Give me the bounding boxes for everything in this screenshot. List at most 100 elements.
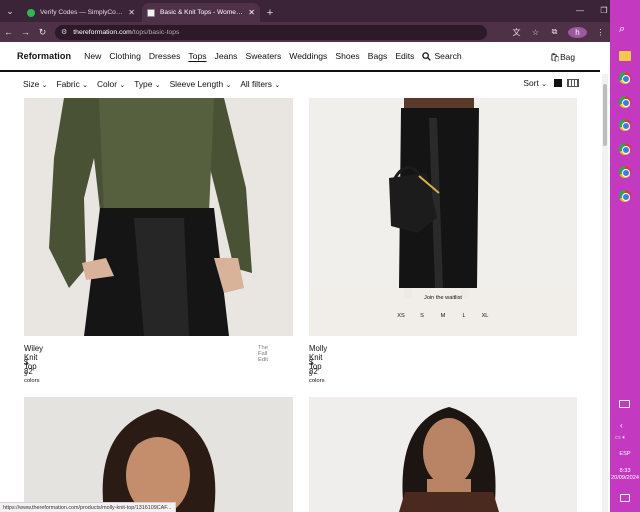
translate-icon[interactable]: 文 xyxy=(507,27,526,38)
chevron-down-icon: ⌄ xyxy=(154,82,161,89)
chevron-down-icon: ⌄ xyxy=(41,82,48,89)
bag-icon: 🛍︎ xyxy=(549,52,561,62)
model-photo-olive-top xyxy=(24,98,293,336)
sort-label: Sort xyxy=(523,78,539,88)
nav-sweaters[interactable]: Sweaters xyxy=(245,51,281,61)
notification-icon[interactable] xyxy=(620,494,630,502)
tab-search-icon[interactable]: ⌄ xyxy=(0,0,20,22)
filter-label: Size xyxy=(23,79,40,89)
product-image[interactable]: Join the waitlist XS S M L XL xyxy=(309,98,577,336)
tab-title: Verify Codes — SimplyCodes xyxy=(40,9,125,16)
grid-two-column-icon[interactable] xyxy=(554,79,562,87)
search-label: Search xyxy=(434,51,462,61)
nav-shoes[interactable]: Shoes xyxy=(335,51,359,61)
nav-edits[interactable]: Edits xyxy=(395,51,414,61)
site-info-icon[interactable]: ⚙ xyxy=(61,28,67,36)
file-explorer-icon[interactable] xyxy=(619,50,631,62)
clock-date: 20/09/2024 xyxy=(611,475,639,481)
size-option-s[interactable]: S xyxy=(412,313,433,319)
chrome-icon[interactable] xyxy=(619,72,631,84)
grid-four-column-icon[interactable] xyxy=(567,79,579,87)
close-tab-icon[interactable]: ✕ xyxy=(128,8,135,17)
filter-label: Fabric xyxy=(56,79,80,89)
nav-bags[interactable]: Bags xyxy=(368,51,388,61)
bag-button[interactable]: 🛍︎Bag xyxy=(549,52,575,63)
chevron-down-icon: ⌄ xyxy=(274,82,281,89)
clock[interactable]: 8:33 20/09/2024 xyxy=(610,468,640,482)
tray-icons[interactable]: ▭ 🔈︎ xyxy=(615,434,626,442)
page-favicon-icon xyxy=(147,8,155,17)
nav-dresses[interactable]: Dresses xyxy=(149,51,181,61)
chevron-left-icon[interactable]: ‹ xyxy=(620,421,623,430)
language-indicator[interactable]: ESP xyxy=(610,451,640,457)
profile-avatar[interactable]: h xyxy=(568,26,587,38)
bookmark-star-icon[interactable]: ☆ xyxy=(526,28,545,37)
size-option-xs[interactable]: XS xyxy=(391,313,412,319)
simplycodes-favicon-icon xyxy=(27,8,35,17)
nav-weddings[interactable]: Weddings xyxy=(289,51,327,61)
chevron-down-icon: ⌄ xyxy=(119,82,126,89)
minimize-icon[interactable]: — xyxy=(568,0,592,22)
filter-bar: Size ⌄ Fabric ⌄ Color ⌄ Type ⌄ Sleeve Le… xyxy=(0,74,600,94)
chevron-down-icon: ⌄ xyxy=(541,81,547,88)
chrome-profile-icon[interactable] xyxy=(619,166,631,178)
size-option-l[interactable]: L xyxy=(454,313,475,319)
product-colors[interactable]: 3 colors xyxy=(24,372,39,384)
model-photo-portrait-1 xyxy=(24,397,293,512)
filter-sleeve-length[interactable]: Sleeve Length ⌄ xyxy=(170,79,232,89)
filter-color[interactable]: Color ⌄ xyxy=(97,79,125,89)
url-path: /tops/basic-tops xyxy=(131,28,180,36)
waitlist-overlay: Join the waitlist XS S M L XL xyxy=(309,288,577,336)
taskbar-panel: ⌕ ‹ ▭ 🔈︎ ESP 8:33 20/09/2024 xyxy=(610,0,640,512)
filter-label: Color xyxy=(96,79,117,89)
back-arrow-icon[interactable]: ← xyxy=(0,27,17,37)
extensions-icon[interactable]: ⧉ xyxy=(545,27,564,37)
search-icon xyxy=(422,51,432,61)
chevron-down-icon: ⌄ xyxy=(82,82,88,89)
sort-dropdown[interactable]: Sort ⌄ xyxy=(523,78,547,88)
new-tab-button[interactable]: + xyxy=(260,3,280,22)
address-bar-row: ← → ↻ ⚙ thereformation.com/tops/basic-to… xyxy=(0,22,610,42)
menu-dots-icon[interactable]: ⋮ xyxy=(591,28,610,37)
filter-type[interactable]: Type ⌄ xyxy=(134,79,160,89)
product-colors[interactable]: 5 colors xyxy=(309,372,324,384)
site-logo[interactable]: Reformation xyxy=(17,51,71,61)
product-image[interactable] xyxy=(24,98,293,336)
nav-clothing[interactable]: Clothing xyxy=(109,51,141,61)
bag-label: Bag xyxy=(560,52,575,62)
model-photo-portrait-2 xyxy=(309,397,577,512)
product-image[interactable] xyxy=(309,397,577,512)
tab-title: Basic & Knit Tops - Women's Sw xyxy=(160,9,245,16)
waitlist-label[interactable]: Join the waitlist xyxy=(309,295,577,301)
taskbar-search-icon[interactable]: ⌕ xyxy=(619,23,625,36)
nav-jeans[interactable]: Jeans xyxy=(215,51,238,61)
close-tab-icon[interactable]: ✕ xyxy=(248,8,255,17)
chrome-profile-icon[interactable] xyxy=(619,190,631,202)
product-image[interactable] xyxy=(24,397,293,512)
reload-icon[interactable]: ↻ xyxy=(34,27,51,38)
size-option-xl[interactable]: XL xyxy=(475,313,496,319)
filter-fabric[interactable]: Fabric ⌄ xyxy=(57,79,88,89)
filter-label: Sleeve Length xyxy=(169,79,224,89)
tab-reformation[interactable]: Basic & Knit Tops - Women's Sw ✕ xyxy=(142,3,260,22)
nav-new[interactable]: New xyxy=(84,51,101,61)
keyboard-icon[interactable] xyxy=(619,400,630,408)
nav-tops[interactable]: Tops xyxy=(188,51,206,61)
forward-arrow-icon[interactable]: → xyxy=(17,27,34,37)
filter-label: Type xyxy=(134,79,153,89)
search-button[interactable]: Search xyxy=(422,51,462,61)
chrome-profile-icon[interactable] xyxy=(619,96,631,108)
filter-all[interactable]: All filters ⌄ xyxy=(240,79,280,89)
browser-tab-strip: ⌄ Verify Codes — SimplyCodes ✕ Basic & K… xyxy=(0,0,610,22)
grid-view-toggle xyxy=(554,79,579,87)
url-input[interactable]: ⚙ thereformation.com/tops/basic-tops xyxy=(55,24,487,40)
scrollbar-thumb[interactable] xyxy=(603,84,607,146)
filter-label: All filters xyxy=(240,79,272,89)
chrome-profile-icon[interactable] xyxy=(619,119,631,131)
toolbar-actions: 文 ☆ ⧉ h ⋮ xyxy=(507,26,610,38)
chrome-profile-icon[interactable] xyxy=(619,143,631,155)
tab-simplycodes[interactable]: Verify Codes — SimplyCodes ✕ xyxy=(22,3,140,22)
size-option-m[interactable]: M xyxy=(433,313,454,319)
filter-size[interactable]: Size ⌄ xyxy=(23,79,48,89)
page-scrollbar[interactable] xyxy=(602,74,608,512)
